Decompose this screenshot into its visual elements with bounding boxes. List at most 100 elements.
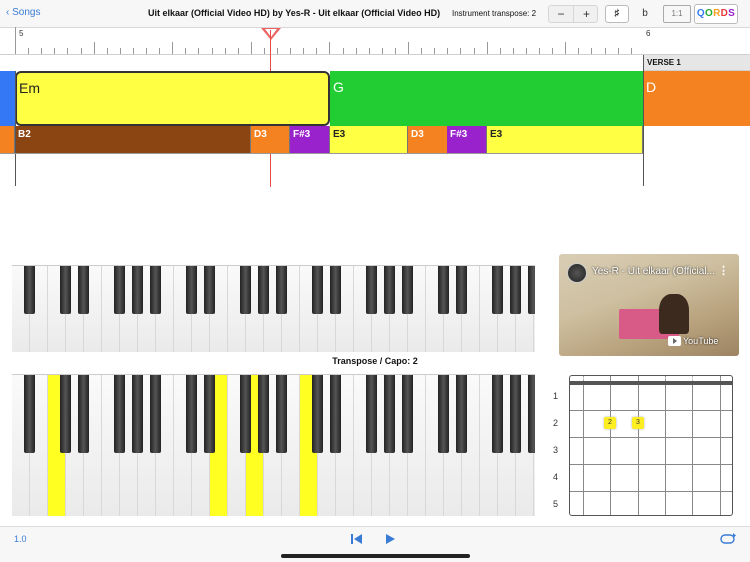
note-block[interactable]: F#3: [290, 126, 330, 153]
note-block[interactable]: D3: [251, 126, 290, 153]
black-key[interactable]: [258, 375, 269, 454]
note-block[interactable]: E3: [330, 126, 408, 153]
black-key[interactable]: [366, 375, 377, 454]
black-key[interactable]: [78, 266, 89, 314]
brand-letter: O: [704, 8, 714, 19]
black-key[interactable]: [402, 266, 413, 314]
note-block[interactable]: F#3: [447, 126, 487, 153]
qords-logo-button[interactable]: QORDS: [694, 4, 738, 24]
black-key[interactable]: [132, 375, 143, 454]
transpose-plus-button[interactable]: +: [574, 6, 599, 22]
black-key[interactable]: [204, 266, 215, 314]
black-key[interactable]: [258, 266, 269, 314]
black-key[interactable]: [150, 375, 161, 454]
fret-line: [570, 381, 732, 385]
black-key[interactable]: [240, 375, 251, 454]
youtube-play-icon: [668, 336, 681, 346]
zoom-ratio-button[interactable]: 1:1: [663, 5, 691, 23]
fret-line: [570, 491, 732, 492]
ruler-tick: [198, 48, 200, 54]
open-string-mark: 0: [580, 376, 584, 383]
play-icon[interactable]: [383, 532, 397, 544]
black-key[interactable]: [186, 266, 197, 314]
black-key[interactable]: [384, 266, 395, 314]
skip-back-icon[interactable]: [350, 532, 364, 544]
black-key[interactable]: [510, 375, 521, 454]
black-key[interactable]: [114, 375, 125, 454]
flat-button[interactable]: b: [635, 5, 655, 23]
guitar-string: [664, 376, 666, 515]
black-key[interactable]: [78, 375, 89, 454]
note-name: D3: [411, 129, 424, 140]
note-block[interactable]: E3: [487, 126, 643, 153]
video-thumbnail[interactable]: Yes-R - Uit elkaar (Official... ⋮ YouTub…: [559, 254, 739, 356]
black-key[interactable]: [186, 375, 197, 454]
black-key[interactable]: [438, 375, 449, 454]
ruler-tick: [381, 48, 383, 54]
black-key[interactable]: [240, 266, 251, 314]
transpose-label: Instrument transpose: 2: [452, 9, 537, 18]
melody-keyboard[interactable]: [12, 265, 535, 352]
black-key[interactable]: [150, 266, 161, 314]
chord-block[interactable]: G: [330, 71, 643, 126]
back-button[interactable]: ‹ Songs: [6, 7, 40, 18]
note-name: F#3: [450, 129, 468, 140]
playback-speed-button[interactable]: 1.0: [14, 534, 27, 544]
chord-block[interactable]: [0, 71, 15, 126]
black-key[interactable]: [24, 375, 35, 454]
ruler-tick: [172, 42, 174, 54]
black-key[interactable]: [114, 266, 125, 314]
black-key[interactable]: [312, 375, 323, 454]
black-key[interactable]: [384, 375, 395, 454]
note-block[interactable]: B2: [15, 126, 251, 153]
ruler-tick: [525, 48, 527, 54]
black-key[interactable]: [510, 266, 521, 314]
black-key[interactable]: [24, 266, 35, 314]
fret-line: [570, 410, 732, 411]
chord-block[interactable]: D: [643, 71, 750, 126]
black-key[interactable]: [276, 266, 287, 314]
black-key[interactable]: [330, 266, 341, 314]
black-key[interactable]: [60, 266, 71, 314]
black-key[interactable]: [330, 375, 341, 454]
ruler-tick: [303, 48, 305, 54]
black-key[interactable]: [492, 266, 503, 314]
note-name: D3: [254, 129, 267, 140]
ruler-tick: [447, 48, 449, 54]
black-key[interactable]: [456, 266, 467, 314]
black-key[interactable]: [492, 375, 503, 454]
black-key[interactable]: [528, 375, 535, 454]
guitar-fretboard[interactable]: [569, 375, 733, 516]
fret-line: [570, 437, 732, 438]
black-key[interactable]: [456, 375, 467, 454]
black-key[interactable]: [60, 375, 71, 454]
black-key[interactable]: [204, 375, 215, 454]
timeline-ruler[interactable]: [0, 27, 750, 55]
note-block[interactable]: [0, 126, 15, 153]
black-key[interactable]: [132, 266, 143, 314]
ruler-tick: [41, 48, 43, 54]
black-key[interactable]: [402, 375, 413, 454]
channel-avatar: [567, 263, 587, 283]
black-key[interactable]: [312, 266, 323, 314]
sharp-button[interactable]: ♯: [605, 5, 629, 23]
brand-letter: Q: [696, 8, 705, 19]
open-string-mark: 0: [716, 376, 721, 383]
chord-block[interactable]: Em: [15, 71, 330, 126]
black-key[interactable]: [528, 266, 535, 314]
black-key[interactable]: [276, 375, 287, 454]
transpose-stepper: − +: [548, 5, 598, 23]
bar-line: [643, 55, 644, 186]
more-icon[interactable]: ⋮: [718, 264, 729, 277]
note-name: F#3: [293, 129, 311, 140]
back-label: Songs: [12, 7, 41, 18]
ruler-tick: [460, 48, 462, 54]
loop-icon[interactable]: [719, 532, 737, 544]
chord-keyboard[interactable]: [12, 374, 535, 516]
transpose-minus-button[interactable]: −: [549, 6, 574, 22]
black-key[interactable]: [438, 266, 449, 314]
ruler-tick: [224, 48, 226, 54]
note-block[interactable]: D3: [408, 126, 448, 153]
ruler-tick: [617, 48, 619, 54]
black-key[interactable]: [366, 266, 377, 314]
